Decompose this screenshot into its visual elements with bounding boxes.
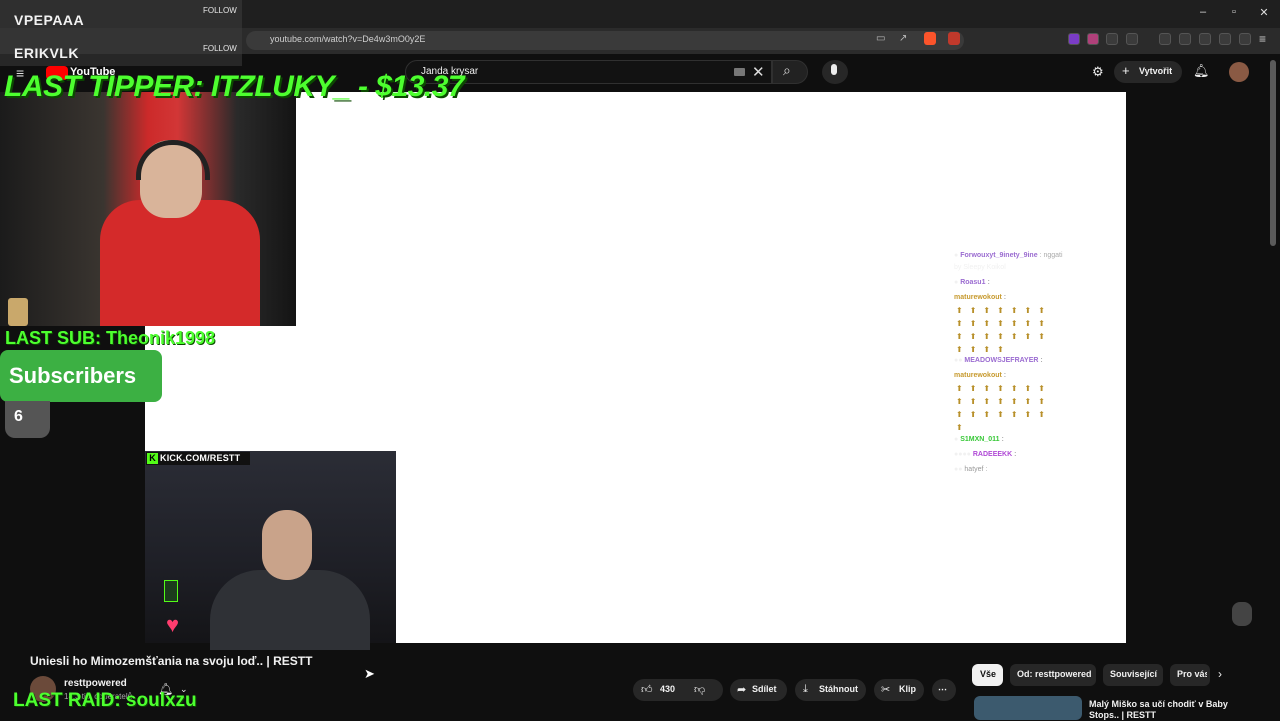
subscribers-count: 6 [14, 408, 23, 425]
keyboard-icon[interactable] [734, 68, 745, 76]
plus-icon: + [1122, 63, 1130, 78]
share-icon: ➦ [737, 684, 747, 696]
clip-label: Klip [899, 684, 916, 694]
scissors-icon: ✂ [881, 684, 891, 696]
brave-shields-icon[interactable] [924, 32, 936, 45]
chat-user: MEADOWSJEFRAYER [964, 357, 1039, 364]
chat-text: : [1003, 372, 1007, 379]
extension-icon[interactable] [1106, 33, 1118, 45]
video-player-edge [396, 451, 397, 643]
follow-name: VPEPAAA [14, 12, 85, 28]
subscribers-label: Subscribers [9, 363, 137, 388]
chat-user: Forwouxyt_9inety_9ine [960, 252, 1038, 259]
heart-icon: ♥ [166, 612, 180, 637]
chat-text: : [1003, 294, 1007, 301]
chat-message: ●●●● RADEEEKK : [954, 451, 1017, 458]
chat-message: by Sleepy Koikol [954, 264, 1006, 271]
like-icon[interactable]: 👍︎ [641, 683, 653, 696]
follow-name: ERIKVLK [14, 45, 79, 61]
brave-rewards-icon[interactable] [948, 32, 960, 45]
drink-can [8, 298, 28, 326]
stream-chat: ● Forwouxyt_9inety_9ine : nggati by Slee… [954, 250, 1086, 478]
music-icon[interactable] [1159, 33, 1171, 45]
streamer-body [100, 200, 260, 326]
chip-label: Vše [980, 669, 997, 679]
share-page-icon[interactable]: ↗ [899, 33, 907, 44]
chat-user: Roasu1 [960, 279, 986, 286]
wallet-icon[interactable] [1199, 33, 1211, 45]
follow-label: FOLLOW [203, 6, 237, 15]
extension-icon[interactable] [1068, 33, 1080, 45]
chevron-right-icon[interactable]: › [1218, 667, 1222, 681]
chip-label: Související [1110, 669, 1158, 679]
mascot-icon [1232, 602, 1252, 626]
search-icon: ⌕ [783, 62, 791, 78]
subscribers-count-box [5, 401, 50, 438]
recommendation-title[interactable]: Malý Miško sa učí chodiť v Baby Stops.. … [1089, 699, 1239, 721]
chat-message: ● Forwouxyt_9inety_9ine : nggati [954, 252, 1063, 259]
chat-user: S1MXN_011 [960, 436, 1000, 443]
chat-message: maturewokout : [954, 294, 1006, 301]
last-tipper-overlay: LAST TIPPER: ITZLUKY_ - $13.37 [4, 70, 465, 103]
download-label: Stáhnout [819, 684, 858, 694]
puzzle-extensions-icon[interactable] [1126, 33, 1138, 45]
chat-emotes: ⬆⬆⬆⬆⬆⬆⬆ ⬆⬆⬆⬆⬆⬆⬆ ⬆⬆⬆⬆⬆⬆⬆ ⬆ [956, 384, 1052, 432]
cast-icon[interactable]: ▭ [876, 33, 885, 44]
like-count[interactable]: 430 [660, 684, 675, 694]
page-scrollbar[interactable] [1270, 60, 1276, 246]
chat-user: maturewokout [954, 372, 1002, 379]
close-window-icon[interactable]: ✕ [1257, 6, 1271, 19]
microphone-icon [831, 64, 837, 75]
chat-user: maturewokout [954, 294, 1002, 301]
account-avatar[interactable] [1229, 62, 1249, 82]
sidebar-toggle-icon[interactable] [1179, 33, 1191, 45]
chat-emotes: ⬆⬆⬆⬆⬆⬆⬆ ⬆⬆⬆⬆⬆⬆⬆ ⬆⬆⬆⬆⬆⬆⬆ ⬆⬆⬆⬆ [956, 306, 1052, 354]
video-title: Uniesli ho Mimozemšťania na svoju loď.. … [30, 654, 313, 668]
chat-user: hatyef [964, 466, 984, 473]
chat-message: ● S1MXN_011 : [954, 436, 1004, 443]
share-label: Sdílet [752, 684, 777, 694]
chat-text: : [985, 466, 988, 473]
vpn-icon[interactable] [1239, 33, 1251, 45]
channel-name[interactable]: resttpowered [64, 678, 127, 689]
chat-text: : nggati [1039, 252, 1063, 259]
create-button-label: Vytvořit [1139, 66, 1173, 76]
extension-icon[interactable] [1087, 33, 1099, 45]
dislike-icon[interactable]: 👎︎ [694, 683, 705, 696]
settings-gear-icon[interactable]: ⚙ [1092, 64, 1104, 80]
energy-drink-can [164, 580, 178, 602]
address-bar-url: youtube.com/watch?v=De4w3mO0y2E [270, 34, 426, 44]
chat-message: ● Roasu1 : [954, 279, 990, 286]
leo-ai-icon[interactable] [1219, 33, 1231, 45]
chip-label: Od: resttpowered [1017, 669, 1092, 679]
chip-label: Pro vás [1177, 669, 1207, 679]
browser-menu-icon[interactable]: ≡ [1259, 32, 1266, 46]
chat-text: : [1014, 451, 1017, 458]
maximize-window-icon[interactable]: ▫ [1227, 6, 1241, 18]
more-actions-icon: ⋯ [938, 684, 947, 694]
download-icon: ⤓ [803, 683, 808, 695]
kick-logo-icon: K [147, 453, 158, 464]
last-raid-overlay: LAST RAID: soulxzu [13, 690, 197, 711]
chat-text: by Sleepy Koikol [954, 264, 1006, 271]
chat-message: maturewokout : [954, 372, 1006, 379]
guest-head [262, 510, 312, 580]
notifications-bell-icon[interactable]: 🔔︎ [1193, 63, 1210, 79]
chat-text: : [1040, 357, 1043, 364]
chat-user: RADEEEKK [972, 451, 1013, 458]
recommendation-thumbnail[interactable] [974, 696, 1082, 720]
chat-message: ●● hatyef : [954, 466, 988, 473]
kick-badge-text: KICK.COM/RESTT [160, 453, 241, 463]
clear-search-icon[interactable]: ✕ [752, 63, 765, 81]
guest-body [210, 570, 370, 650]
chat-text: : [1001, 436, 1004, 443]
follow-label: FOLLOW [203, 44, 237, 53]
mouse-cursor-icon: ➤ [364, 666, 375, 681]
chat-message: ●● MEADOWSJEFRAYER : [954, 357, 1043, 364]
last-sub-overlay: LAST SUB: Theonik1998 [5, 328, 216, 348]
minimize-window-icon[interactable]: – [1196, 6, 1210, 18]
chat-text: : [987, 279, 990, 286]
